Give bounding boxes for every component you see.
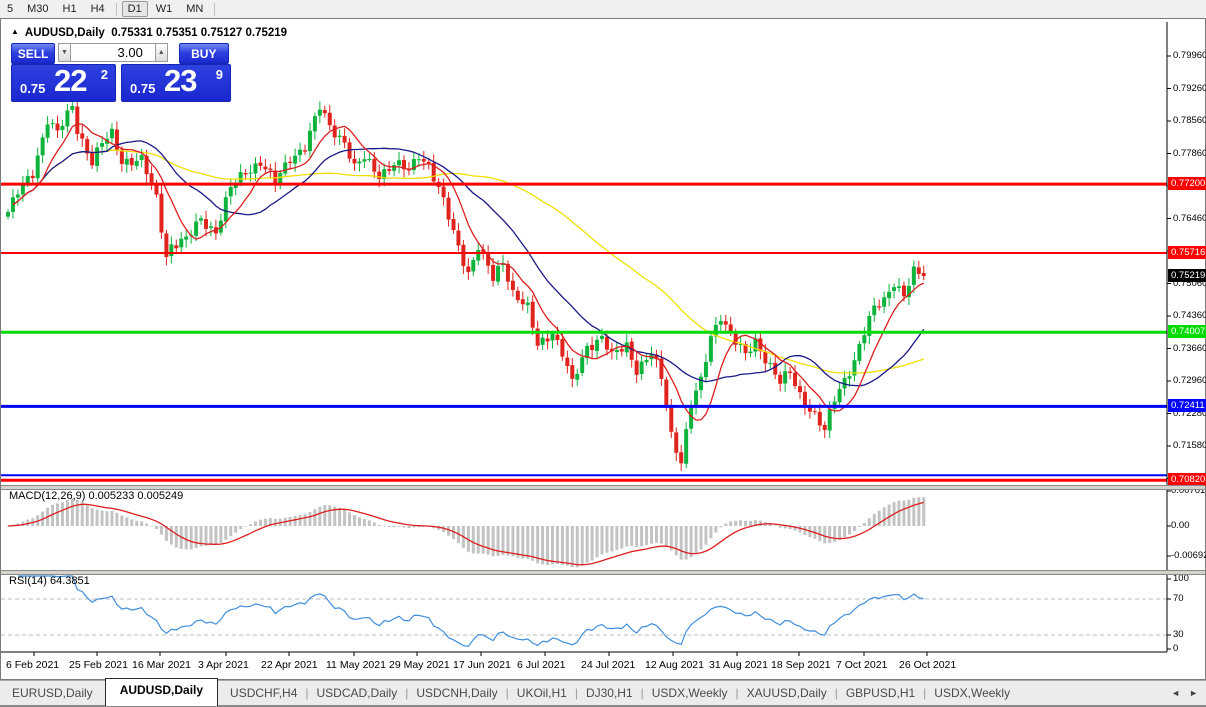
sell-price-big: 22 [54, 63, 87, 98]
date-tick-label: 7 Oct 2021 [836, 659, 888, 671]
volume-decrease-button[interactable]: ▼ [58, 43, 71, 62]
date-tick-label: 11 May 2021 [326, 659, 386, 671]
timeframe-button-mn[interactable]: MN [180, 1, 209, 17]
price-level-tag: 0.77200 [1168, 177, 1206, 191]
price-level-tag: 0.72411 [1168, 399, 1206, 413]
buy-button[interactable]: BUY [178, 43, 229, 64]
chart-tab-usdcad-daily[interactable]: USDCAD,Daily [305, 682, 410, 704]
date-tick-label: 3 Apr 2021 [198, 659, 249, 671]
date-tick-label: 29 May 2021 [389, 659, 450, 671]
chart-canvas[interactable] [1, 19, 1205, 679]
buy-price-big: 23 [164, 63, 197, 98]
timeframe-button-h1[interactable]: H1 [57, 1, 83, 17]
date-tick-label: 26 Oct 2021 [899, 659, 957, 671]
sell-price-sup: 2 [100, 67, 108, 82]
chart-tab-xauusd-daily[interactable]: XAUUSD,Daily [735, 682, 839, 704]
price-tick-label: 0.79960 [1173, 50, 1206, 61]
buy-price-display[interactable]: 0.75 23 9 [121, 63, 231, 102]
chart-symbol: AUDUSD,Daily [24, 27, 105, 39]
toolbar-separator [115, 2, 117, 16]
date-tick-label: 25 Feb 2021 [69, 659, 128, 671]
macd-rsi-splitter[interactable] [1, 570, 1205, 575]
sell-price-prefix: 0.75 [20, 81, 46, 96]
date-tick-label: 6 Feb 2021 [6, 659, 60, 671]
price-level-tag: 0.74007 [1168, 325, 1206, 339]
buy-price-sup: 9 [215, 67, 223, 82]
price-tick-label: 0.79260 [1173, 82, 1206, 94]
macd-panel-plot [6, 497, 926, 568]
chart-tab-usdx-weekly[interactable]: USDX,Weekly [922, 682, 1022, 704]
price-tick-label: 0.73660 [1173, 342, 1206, 354]
chart-tab-eurusd-daily[interactable]: EURUSD,Daily [0, 682, 105, 704]
chart-tab-usdx-weekly[interactable]: USDX,Weekly [640, 682, 740, 704]
tab-scroll-right-icon[interactable]: ► [1189, 688, 1198, 698]
volume-increase-button[interactable]: ▲ [154, 43, 168, 62]
volume-input[interactable] [70, 43, 155, 62]
price-tick-label: 0.71580 [1173, 440, 1206, 451]
date-tick-label: 24 Jul 2021 [581, 659, 636, 671]
mt4-application-window: 5 M30 H1 H4 D1 W1 MN ▲ AUDUSD,Daily 0.75331 0.7… [0, 0, 1206, 707]
macd-tick-label: 0.00 [1171, 520, 1190, 531]
rsi-tick-label: 0 [1173, 643, 1179, 654]
rsi-tick-label: 30 [1173, 629, 1184, 640]
sell-price-display[interactable]: 0.75 22 2 [11, 63, 116, 102]
macd-tick-label: -0.00692 [1171, 550, 1206, 561]
price-tick-label: 0.77860 [1173, 147, 1206, 159]
rsi-tick-label: 70 [1173, 593, 1184, 604]
date-tick-label: 12 Aug 2021 [645, 659, 704, 671]
timeframe-toolbar: 5 M30 H1 H4 D1 W1 MN [0, 0, 1206, 19]
date-tick-label: 31 Aug 2021 [709, 659, 768, 671]
macd-indicator-label: MACD(12,26,9) 0.005233 0.005249 [9, 490, 184, 502]
chart-tab-ukoil-h1[interactable]: UKOil,H1 [505, 682, 579, 704]
sell-button[interactable]: SELL [11, 43, 56, 64]
price-tick-label: 0.72960 [1173, 375, 1206, 386]
main-macd-splitter[interactable] [1, 485, 1205, 490]
date-tick-label: 18 Sep 2021 [771, 659, 831, 671]
date-tick-label: 17 Jun 2021 [453, 659, 511, 671]
chart-tab-dj30-h1[interactable]: DJ30,H1 [574, 682, 645, 704]
candlesticks [6, 98, 926, 471]
chart-tab-usdcnh-daily[interactable]: USDCNH,Daily [404, 682, 509, 704]
chart-tab-audusd-daily[interactable]: AUDUSD,Daily [104, 678, 219, 706]
price-tick-label: 0.78560 [1173, 115, 1206, 126]
chart-tab-usdchf-h4[interactable]: USDCHF,H4 [218, 682, 309, 704]
current-price-tag: 0.75219 [1168, 269, 1206, 283]
buy-price-prefix: 0.75 [130, 81, 156, 96]
price-tick-label: 0.74360 [1173, 310, 1206, 321]
date-tick-label: 22 Apr 2021 [261, 659, 318, 671]
tab-scroll-controls: ◄ ► [1171, 688, 1198, 698]
price-tick-label: 0.76460 [1173, 212, 1206, 224]
price-level-tag: 0.75716 [1168, 246, 1206, 259]
chart-title: ▲ AUDUSD,Daily 0.75331 0.75351 0.75127 0.… [11, 27, 287, 39]
chart-window: ▲ AUDUSD,Daily 0.75331 0.75351 0.75127 0.… [0, 18, 1206, 680]
timeframe-button-5[interactable]: 5 [1, 1, 19, 17]
timeframe-button-m30[interactable]: M30 [21, 1, 54, 17]
rsi-panel-plot [1, 575, 1167, 648]
timeframe-button-d1[interactable]: D1 [121, 1, 148, 17]
chart-ohlc-values: 0.75331 0.75351 0.75127 0.75219 [111, 27, 288, 39]
horizontal-level-lines [1, 182, 1167, 482]
timeframe-button-h4[interactable]: H4 [85, 1, 111, 17]
collapse-trade-panel-icon[interactable]: ▲ [11, 27, 19, 36]
chart-tab-gbpusd-h1[interactable]: GBPUSD,H1 [834, 682, 927, 704]
toolbar-separator [214, 2, 216, 16]
date-tick-label: 6 Jul 2021 [517, 659, 566, 671]
one-click-trade-panel: SELL ▼ ▲ BUY 0.75 22 2 0.75 23 9 [11, 43, 231, 102]
rsi-indicator-label: RSI(14) 64.3851 [9, 575, 90, 587]
chart-tab-bar: EURUSD,Daily AUDUSD,Daily USDCHF,H4 | USDCAD… [0, 678, 1206, 707]
tab-scroll-left-icon[interactable]: ◄ [1171, 688, 1180, 698]
date-tick-label: 16 Mar 2021 [132, 659, 191, 671]
timeframe-button-w1[interactable]: W1 [150, 1, 179, 17]
